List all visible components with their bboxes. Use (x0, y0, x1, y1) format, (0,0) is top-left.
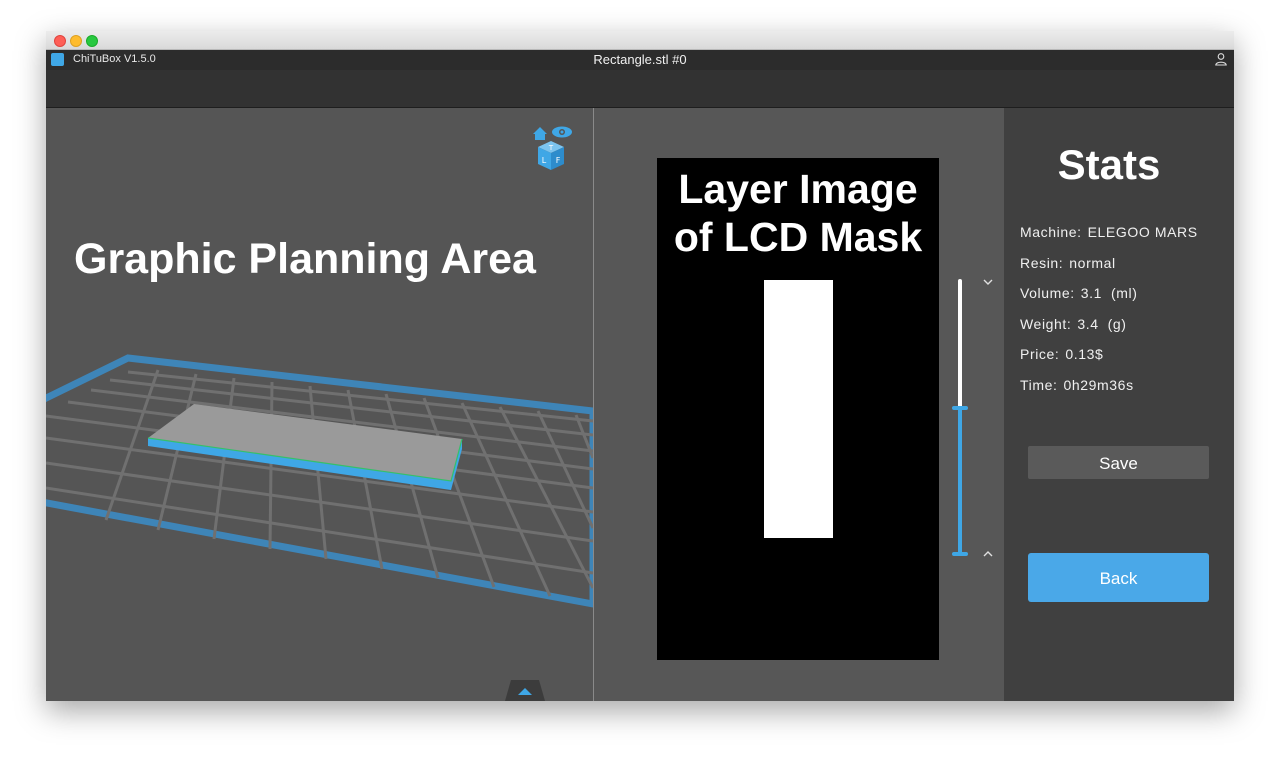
stat-value: normal (1069, 255, 1116, 271)
stat-time: Time: 0h29m36s (1020, 377, 1134, 393)
stat-value: 0.13$ (1065, 346, 1104, 362)
user-icon[interactable] (1214, 52, 1228, 66)
document-title: Rectangle.stl #0 (593, 52, 687, 67)
svg-text:T: T (548, 144, 554, 152)
view-cube-icon[interactable]: T L F (531, 123, 577, 173)
layer-slider-handle[interactable] (952, 406, 968, 410)
app-window: ChiTuBox V1.5.0 Rectangle.stl #0 Graphic… (46, 31, 1234, 701)
build-plate-grid (46, 354, 593, 608)
svg-text:F: F (556, 156, 561, 165)
lcd-label-line1: Layer Image (678, 166, 918, 212)
chevron-down-icon[interactable] (982, 278, 994, 286)
layer-slider-track-upper[interactable] (958, 279, 962, 408)
stat-machine: Machine: ELEGOO MARS (1020, 224, 1198, 240)
stat-value: 0h29m36s (1063, 377, 1134, 393)
stats-panel: Stats Machine: ELEGOO MARS Resin: normal V… (1004, 108, 1234, 701)
stat-resin: Resin: normal (1020, 255, 1116, 271)
stat-volume: Volume: 3.1 (ml) (1020, 285, 1138, 301)
stat-label: Price: (1020, 346, 1060, 362)
zoom-window-button[interactable] (86, 35, 98, 47)
stat-weight: Weight: 3.4 (g) (1020, 316, 1127, 332)
planning-area-label: Graphic Planning Area (74, 235, 536, 283)
stat-label: Resin: (1020, 255, 1064, 271)
stat-label: Time: (1020, 377, 1058, 393)
stats-title: Stats (1057, 141, 1161, 188)
layer-slider-track-lower[interactable] (958, 408, 962, 555)
minimize-window-button[interactable] (70, 35, 82, 47)
stat-value: 3.4 (g) (1077, 316, 1127, 332)
graphic-planning-area[interactable]: Graphic Planning Area T L F (46, 108, 593, 701)
app-header: ChiTuBox V1.5.0 Rectangle.stl #0 (46, 50, 1234, 70)
title-bar (46, 31, 1234, 50)
layer-preview-panel: Layer Image of LCD Mask (594, 108, 1004, 701)
save-button[interactable]: Save (1028, 446, 1209, 479)
chevron-up-icon[interactable] (505, 680, 545, 701)
lcd-label: Layer Image of LCD Mask (657, 165, 939, 261)
stat-value: ELEGOO MARS (1087, 224, 1198, 240)
layer-slider-bottom-handle[interactable] (952, 552, 968, 556)
lcd-label-line2: of LCD Mask (673, 214, 923, 260)
stat-price: Price: 0.13$ (1020, 346, 1103, 362)
stat-label: Machine: (1020, 224, 1082, 240)
back-button[interactable]: Back (1028, 553, 1209, 602)
toolbar (46, 70, 1234, 108)
layer-cross-section (764, 280, 833, 538)
chevron-up-icon[interactable] (982, 550, 994, 558)
svg-text:L: L (542, 156, 547, 165)
lcd-mask-preview: Layer Image of LCD Mask (657, 158, 939, 660)
stat-value: 3.1 (ml) (1080, 285, 1138, 301)
close-window-button[interactable] (54, 35, 66, 47)
stat-label: Weight: (1020, 316, 1072, 332)
stat-label: Volume: (1020, 285, 1075, 301)
